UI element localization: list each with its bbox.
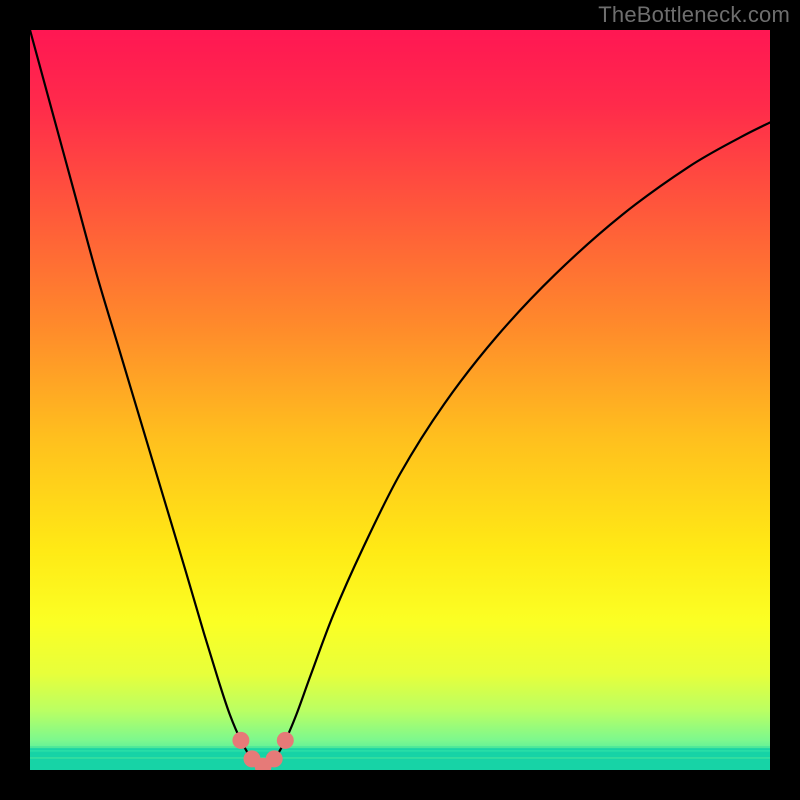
highlight-point bbox=[266, 750, 283, 767]
outer-frame: TheBottleneck.com bbox=[0, 0, 800, 800]
plot-area bbox=[30, 30, 770, 770]
plot-svg bbox=[30, 30, 770, 770]
highlight-point bbox=[277, 732, 294, 749]
watermark-text: TheBottleneck.com bbox=[598, 2, 790, 28]
highlight-point bbox=[232, 732, 249, 749]
plot-background bbox=[30, 30, 770, 770]
green-band bbox=[30, 746, 770, 770]
